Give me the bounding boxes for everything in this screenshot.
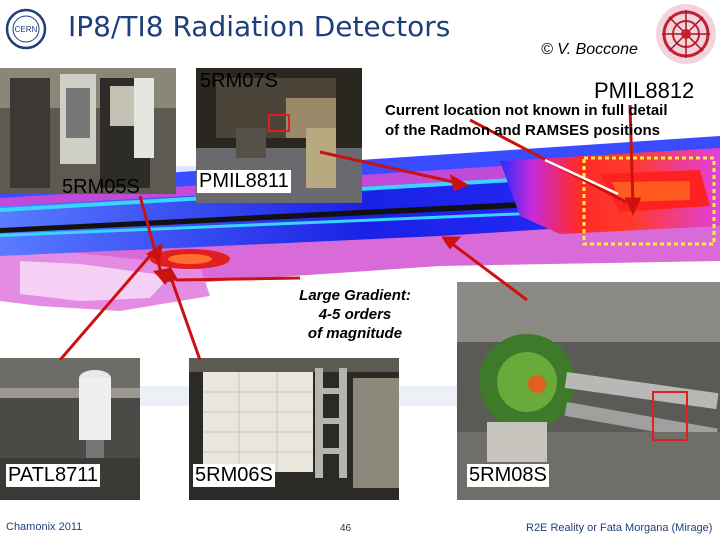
label-5rm05s: 5RM05S — [62, 176, 140, 198]
page-title: IP8/TI8 Radiation Detectors — [68, 10, 451, 43]
label-5rm06s: 5RM06S — [193, 464, 275, 487]
gradient-note: Large Gradient: 4-5 orders of magnitude — [280, 286, 430, 343]
footer-talk-title: R2E Reality or Fata Morgana (Mirage) — [526, 522, 713, 534]
gradient-line-3: of magnitude — [307, 325, 403, 342]
label-pmil8811: PMIL8811 — [197, 170, 291, 193]
location-note: Current location not known in full detai… — [385, 102, 668, 139]
cern-logo: CERN — [4, 4, 50, 54]
footer-event: Chamonix 2011 — [6, 521, 83, 533]
cern-logo-text: CERN — [15, 25, 38, 34]
label-patl8711: PATL8711 — [6, 464, 101, 487]
gradient-line-2: 4-5 orders — [318, 306, 392, 323]
author-credit: © V. Boccone — [541, 41, 638, 58]
page-number: 46 — [340, 523, 352, 534]
gradient-line-1: Large Gradient: — [299, 287, 411, 304]
label-5rm07s: 5RM07S — [200, 70, 278, 92]
lhcb-logo — [652, 0, 720, 68]
label-5rm08s: 5RM08S — [467, 464, 549, 487]
